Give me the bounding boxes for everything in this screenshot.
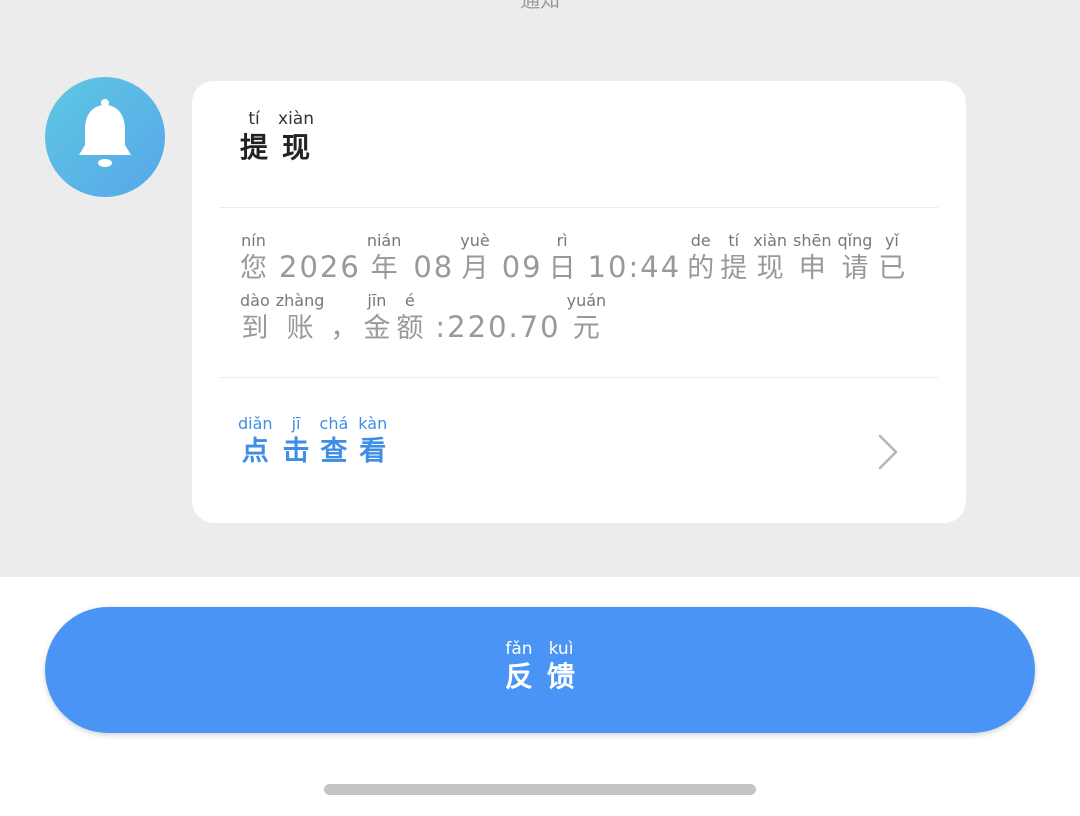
ruby-char: de 的 (687, 231, 715, 284)
pinyin: jīn (367, 291, 387, 310)
hanzi: 日 (548, 253, 576, 284)
view-details-link[interactable]: diǎn 点 jī 击 chá 查 kàn 看 (220, 381, 938, 523)
hanzi: 月 (461, 253, 489, 284)
pinyin: diǎn (238, 414, 273, 433)
number-text: 2026 (279, 250, 361, 284)
number-text: :220.70 (435, 310, 561, 344)
hanzi: 提 (720, 253, 748, 284)
notification-card[interactable]: tí 提 xiàn 现 nín 您 2026 nián 年 08 yuè 月 09 rì 日 10:44 de… (192, 81, 966, 523)
ruby-char: shēn 申 (793, 231, 832, 284)
ruby-char: kuì 馈 (547, 641, 575, 691)
pinyin: kuì (548, 639, 574, 659)
hanzi: 的 (687, 253, 715, 284)
ruby-char: jīn 金 (363, 291, 391, 344)
ruby-char: yuán 元 (566, 291, 607, 344)
ruby-char: rì 日 (548, 231, 576, 284)
number-text: 10:44 (587, 250, 682, 284)
pinyin: yǐ (884, 231, 899, 250)
ruby-char: yǐ 已 (878, 231, 906, 284)
card-message-line-2: dào 到 zhàng 账 ， jīn 金 é 额 :220.70 yuán 元 (240, 291, 612, 344)
view-details-label: diǎn 点 jī 击 chá 查 kàn 看 (238, 414, 397, 467)
number-text: 08 (413, 250, 455, 284)
ruby-char: diǎn 点 (238, 414, 273, 467)
hanzi: 额 (396, 313, 424, 344)
ruby-char: zhàng 账 (275, 291, 325, 344)
hanzi: 点 (241, 436, 269, 467)
screen: 通知 tí 提 xiàn 现 nín 您 2026 nián 年 08 yuè 月 09 rì 日 10:4… (0, 0, 1080, 816)
ruby-char: tí 提 (720, 231, 748, 284)
pinyin: tí (248, 109, 260, 129)
feedback-label: fǎn 反 kuì 馈 (505, 641, 589, 691)
hanzi: 现 (756, 253, 784, 284)
pinyin: yuán (566, 291, 607, 310)
pinyin: rì (556, 231, 568, 250)
hanzi: 查 (320, 436, 348, 467)
notification-avatar (45, 77, 165, 197)
ruby-char: dào 到 (240, 291, 270, 344)
number-text: 09 (501, 250, 543, 284)
pinyin: fǎn (505, 639, 533, 659)
pinyin: chá (319, 414, 349, 433)
hanzi: 申 (798, 253, 826, 284)
pinyin: qǐng (837, 231, 873, 250)
hanzi: 年 (370, 253, 398, 284)
ruby-char: ， (330, 293, 357, 342)
hanzi: 击 (282, 436, 310, 467)
hanzi: 馈 (547, 660, 576, 693)
pinyin: yuè (460, 231, 490, 250)
pinyin: zhàng (275, 291, 325, 310)
hanzi: 反 (505, 660, 534, 693)
feedback-button[interactable]: fǎn 反 kuì 馈 (45, 607, 1035, 733)
ruby-char: chá 查 (319, 414, 349, 467)
hanzi: ， (330, 313, 358, 344)
pinyin: dào (240, 291, 270, 310)
page-title: 通知 (520, 0, 560, 12)
pinyin: nián (366, 231, 402, 250)
pinyin: de (690, 231, 711, 250)
ruby-char: nián 年 (366, 231, 402, 284)
ruby-char: é额 (396, 291, 424, 344)
ruby-char: fǎn 反 (505, 641, 533, 691)
pinyin: xiàn (278, 109, 314, 129)
hanzi: 您 (240, 253, 267, 284)
divider (220, 207, 938, 208)
hanzi: 金 (363, 313, 391, 344)
pinyin: kàn (358, 414, 388, 433)
ruby-char: yuè 月 (460, 231, 490, 284)
bell-icon (79, 99, 131, 167)
chevron-right-icon (878, 434, 898, 470)
ruby-char: xiàn 现 (278, 111, 314, 162)
ruby-char: kàn 看 (358, 414, 388, 467)
ruby-char: tí 提 (240, 111, 268, 162)
card-message-line-1: nín 您 2026 nián 年 08 yuè 月 09 rì 日 10:44 de 的 tí 提 xiàn 现… (240, 231, 911, 284)
hanzi: 看 (359, 436, 387, 467)
home-indicator[interactable] (324, 784, 756, 795)
pinyin: nín (241, 231, 266, 250)
message-list[interactable]: 通知 tí 提 xiàn 现 nín 您 2026 nián 年 08 yuè 月 09 rì 日 10:4… (0, 0, 1080, 577)
pinyin (341, 293, 346, 309)
pinyin: shēn (793, 231, 832, 250)
pinyin: é (404, 291, 415, 310)
hanzi: 元 (572, 313, 600, 344)
pinyin: jī (291, 414, 301, 433)
hanzi: 现 (282, 131, 311, 164)
pinyin: xiàn (753, 231, 788, 250)
ruby-char: qǐng 请 (837, 231, 873, 284)
hanzi: 已 (878, 253, 906, 284)
card-title: tí 提 xiàn 现 (240, 111, 324, 162)
ruby-char: xiàn 现 (753, 231, 788, 284)
pinyin: tí (728, 231, 740, 250)
divider (220, 377, 938, 378)
ruby-char: nín 您 (240, 231, 267, 284)
hanzi: 账 (286, 313, 314, 344)
hanzi: 提 (240, 131, 269, 164)
ruby-char: jī 击 (282, 414, 310, 467)
hanzi: 到 (241, 313, 269, 344)
hanzi: 请 (841, 253, 869, 284)
